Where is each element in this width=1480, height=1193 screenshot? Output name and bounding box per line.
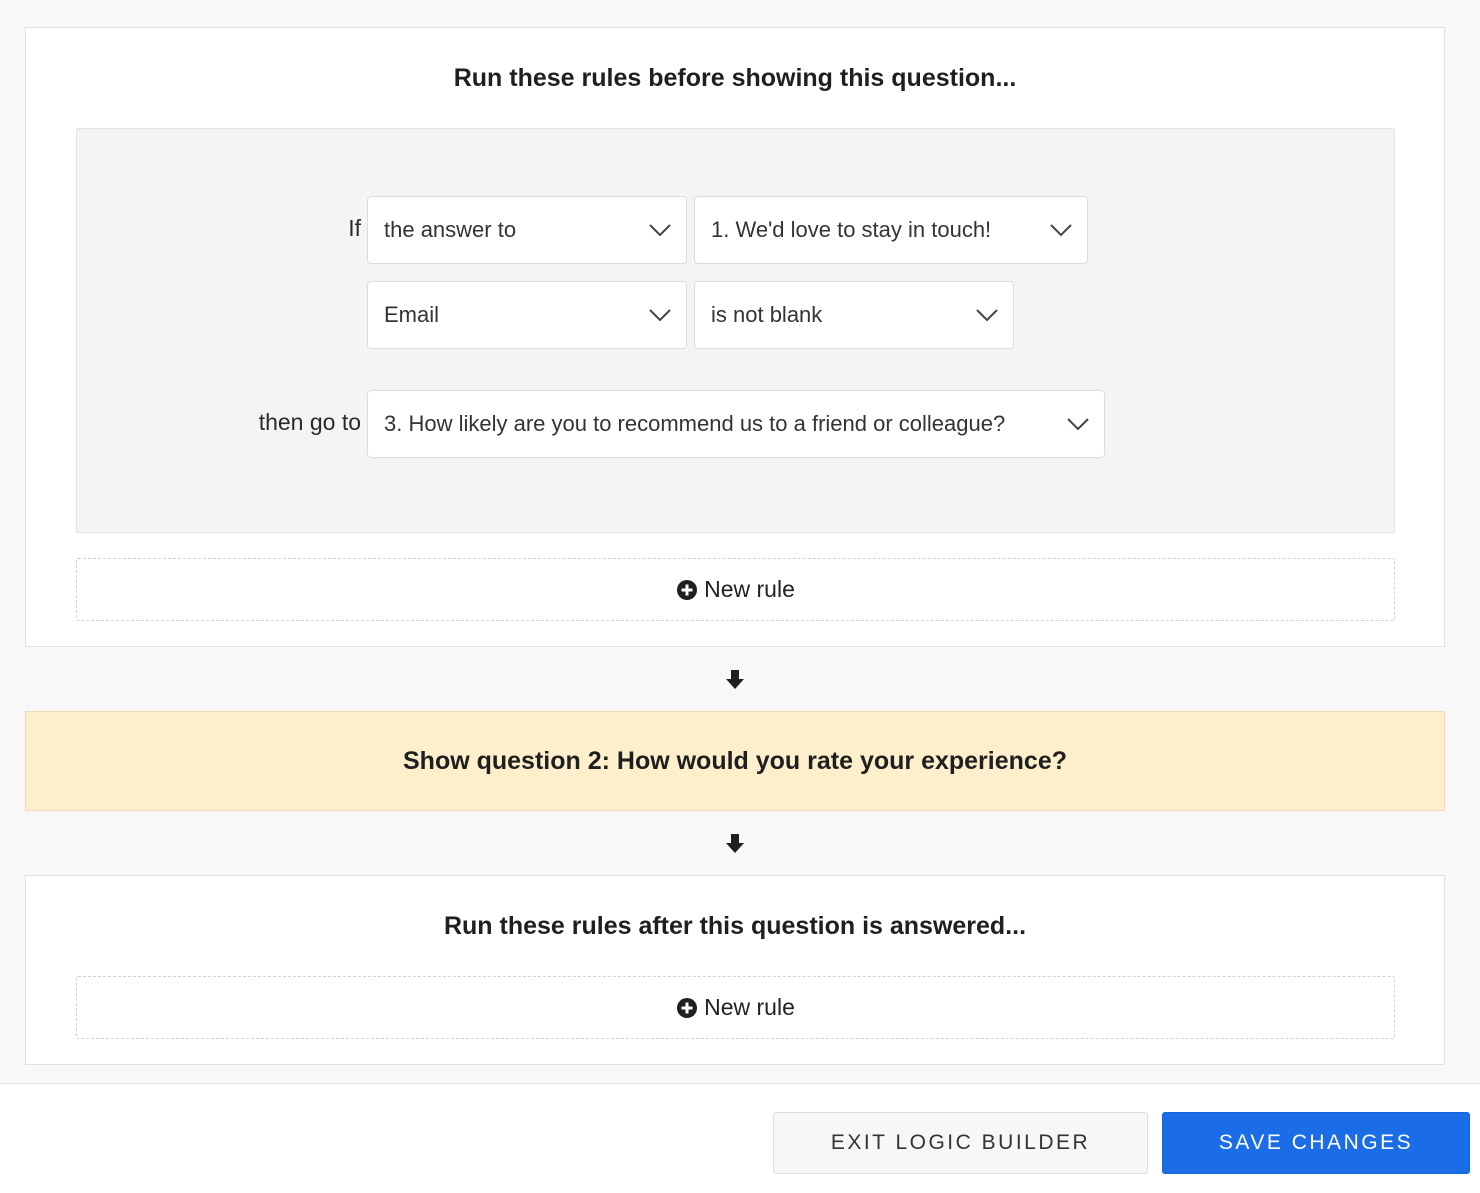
if-label: If bbox=[348, 215, 361, 241]
operator-select[interactable]: is not blank bbox=[694, 281, 1014, 349]
plus-circle-icon bbox=[676, 579, 698, 601]
new-rule-button-before[interactable]: New rule bbox=[76, 558, 1395, 621]
arrow-down-icon bbox=[723, 668, 747, 692]
plus-circle-icon bbox=[676, 997, 698, 1019]
then-go-to-label: then go to bbox=[258, 409, 361, 435]
after-rules-title: Run these rules after this question is a… bbox=[443, 912, 1027, 940]
field-select-value: Email bbox=[384, 302, 440, 327]
chevron-down-icon bbox=[1066, 412, 1090, 436]
chevron-down-icon bbox=[975, 303, 999, 327]
new-rule-button-after[interactable]: New rule bbox=[76, 976, 1395, 1039]
arrow-down-icon bbox=[723, 832, 747, 856]
operator-select-value: is not blank bbox=[711, 302, 823, 327]
before-rules-panel: Run these rules before showing this ques… bbox=[25, 27, 1445, 647]
show-question-banner: Show question 2: How would you rate your… bbox=[25, 711, 1445, 811]
target-question-select-value: 3. How likely are you to recommend us to… bbox=[384, 411, 1006, 436]
question-select-value: 1. We'd love to stay in touch! bbox=[711, 217, 992, 242]
field-select[interactable]: Email bbox=[367, 281, 687, 349]
new-rule-label: New rule bbox=[704, 576, 795, 602]
save-changes-button[interactable]: SAVE CHANGES bbox=[1162, 1112, 1470, 1174]
after-rules-panel: Run these rules after this question is a… bbox=[25, 875, 1445, 1065]
question-select[interactable]: 1. We'd love to stay in touch! bbox=[694, 196, 1088, 264]
chevron-down-icon bbox=[648, 303, 672, 327]
subject-select[interactable]: the answer to bbox=[367, 196, 687, 264]
rule-card: If the answer to 1. We'd love to stay in… bbox=[76, 128, 1395, 533]
before-rules-title: Run these rules before showing this ques… bbox=[453, 64, 1017, 92]
footer-bar: EXIT LOGIC BUILDER SAVE CHANGES bbox=[0, 1083, 1480, 1193]
new-rule-label: New rule bbox=[704, 994, 795, 1020]
subject-select-value: the answer to bbox=[384, 217, 517, 242]
target-question-select[interactable]: 3. How likely are you to recommend us to… bbox=[367, 390, 1105, 458]
chevron-down-icon bbox=[1049, 218, 1073, 242]
exit-logic-builder-button[interactable]: EXIT LOGIC BUILDER bbox=[773, 1112, 1148, 1174]
chevron-down-icon bbox=[648, 218, 672, 242]
